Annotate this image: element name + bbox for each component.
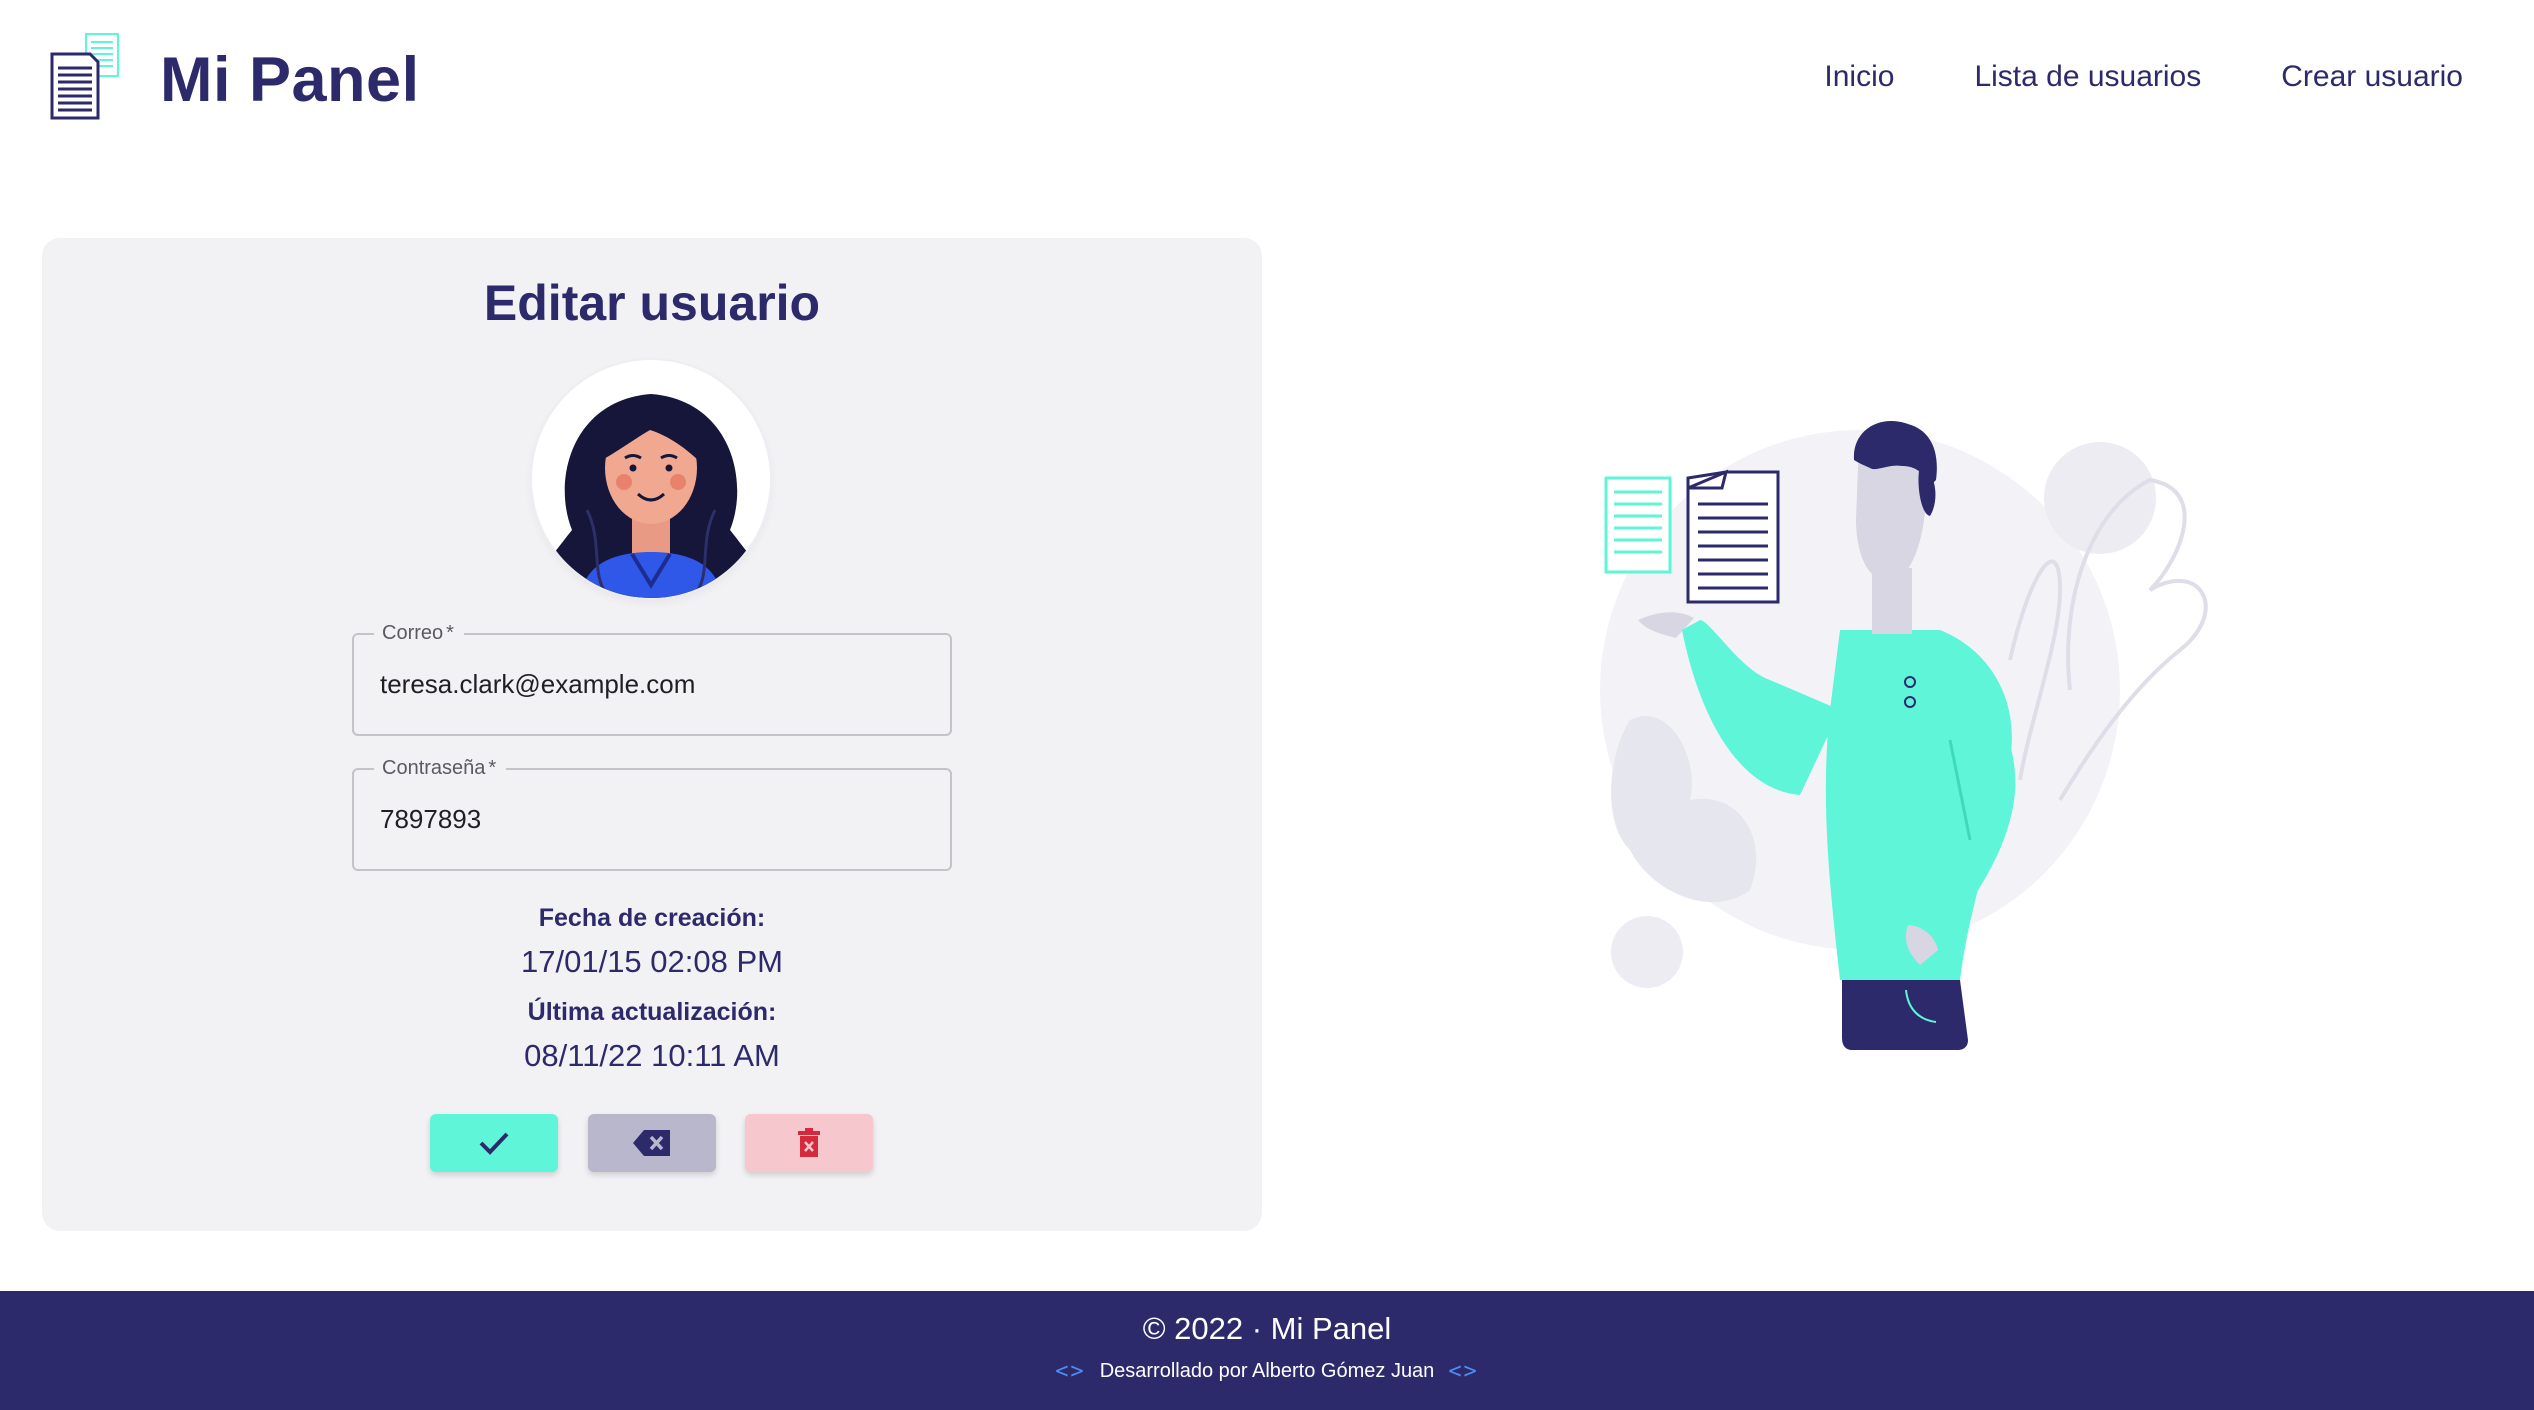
edit-user-card: Editar usuario Correo * teresa.clark@exa… (42, 238, 1262, 1231)
updated-date-label: Última actualización: (527, 998, 777, 1026)
created-date-value: 17/01/15 02:08 PM (521, 944, 783, 979)
developer-text[interactable]: Desarrollado por Alberto Gómez Juan (1100, 1360, 1435, 1383)
brand-title[interactable]: Mi Panel (160, 40, 420, 120)
code-brackets-icon: <> (1055, 1359, 1086, 1384)
main-nav: Inicio Lista de usuarios Crear usuario (1824, 52, 2463, 102)
footer: © 2022 · Mi Panel <> Desarrollado por Al… (0, 1291, 2534, 1410)
password-field: Contraseña * (352, 756, 952, 871)
trash-icon (798, 1128, 820, 1157)
footer-copyright: © 2022 · Mi Panel (1142, 1311, 1392, 1346)
code-brackets-icon: <> (1448, 1359, 1479, 1384)
password-input[interactable] (380, 770, 920, 869)
updated-date-value: 08/11/22 10:11 AM (524, 1038, 780, 1073)
check-icon (479, 1132, 509, 1155)
header: Mi Panel Inicio Lista de usuarios Crear … (0, 0, 2534, 160)
save-button[interactable] (430, 1114, 558, 1172)
backspace-x-icon (633, 1130, 670, 1156)
page-title: Editar usuario (483, 275, 821, 331)
nav-link-crear-usuario[interactable]: Crear usuario (2281, 52, 2463, 102)
email-field: Correo * (352, 621, 952, 736)
email-input[interactable] (380, 635, 920, 734)
nav-link-lista-usuarios[interactable]: Lista de usuarios (1974, 52, 2201, 102)
delete-button[interactable] (745, 1114, 873, 1172)
footer-developer-credit: <> Desarrollado por Alberto Gómez Juan <… (0, 1359, 2534, 1384)
documents-logo-icon[interactable] (48, 32, 124, 122)
man-with-documents-illustration (1590, 420, 2220, 1060)
cancel-button[interactable] (588, 1114, 716, 1172)
nav-link-inicio[interactable]: Inicio (1824, 52, 1894, 102)
created-date-label: Fecha de creación: (538, 904, 766, 932)
user-avatar (532, 360, 770, 598)
